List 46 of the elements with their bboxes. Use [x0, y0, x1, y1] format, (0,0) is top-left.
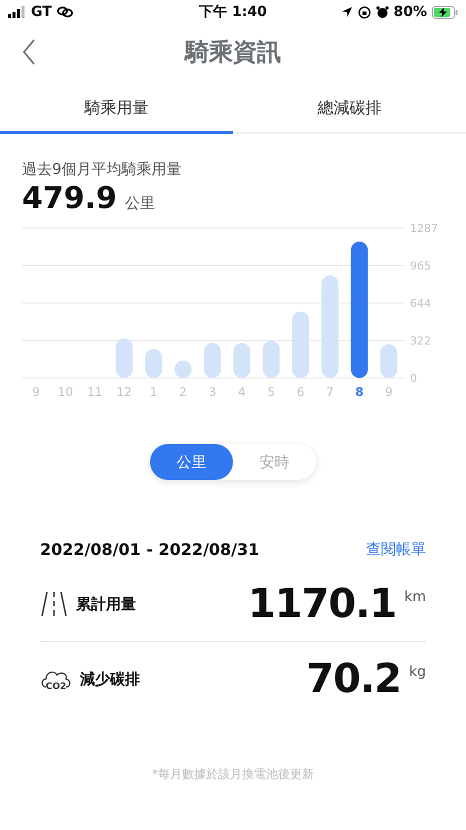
unit-label: 公里 — [124, 194, 155, 213]
axis-tick-label: 965 — [410, 260, 431, 273]
stat-value: 1170.1 — [248, 581, 396, 627]
axis-tick-label: 644 — [410, 296, 431, 310]
signal-icon — [8, 6, 26, 18]
road-icon — [40, 591, 68, 617]
month-label: 1 — [150, 385, 158, 399]
footnote: *每月數據於該月換電池後更新 — [151, 766, 315, 783]
month-label: 7 — [326, 385, 334, 399]
tab[interactable]: 騎乘用量 — [0, 88, 233, 134]
page-title: 騎乘資訊 — [185, 37, 281, 68]
location-arrow-icon — [340, 6, 352, 18]
battery-percent: 80% — [394, 4, 428, 20]
toggle-option[interactable]: 公里 — [150, 444, 233, 480]
month-label: 10 — [58, 385, 74, 399]
month-label: 2 — [179, 385, 187, 399]
month-label: 12 — [116, 385, 132, 399]
month-label: 4 — [238, 385, 246, 399]
axis-tick-label: 1287 — [410, 222, 438, 235]
average-value: 479.9 — [22, 181, 117, 216]
view-bill-link[interactable]: 查閱帳單 — [366, 540, 426, 559]
date-range: 2022/08/01 - 2022/08/31 — [40, 540, 260, 559]
toggle-option[interactable]: 安時 — [233, 444, 316, 480]
month-label: 5 — [267, 385, 276, 399]
carrier-name: GT — [31, 4, 52, 20]
stat-value: 70.2 — [306, 656, 401, 702]
stat-unit: kg — [409, 664, 426, 680]
alarm-clock-icon — [376, 6, 388, 18]
month-label: 9 — [32, 385, 40, 399]
axis-tick-label: 0 — [410, 372, 417, 385]
tab[interactable]: 總減碳排 — [233, 88, 466, 134]
back-icon[interactable] — [22, 39, 36, 65]
axis-tick-label: 322 — [410, 334, 431, 348]
month-label: 9 — [384, 385, 393, 399]
stat-unit: km — [404, 589, 426, 605]
summary-label: 過去9個月平均騎乘用量 — [22, 160, 183, 179]
month-label: 6 — [296, 385, 304, 399]
month-label: 8 — [355, 385, 364, 399]
month-label: 11 — [87, 385, 102, 399]
battery-charging-icon — [432, 6, 458, 18]
rotation-lock-icon — [358, 6, 370, 18]
month-label: 3 — [208, 385, 216, 399]
clock-time: 下午 1:40 — [199, 3, 267, 21]
link-icon — [56, 6, 73, 18]
stat-label: 累計用量 — [76, 594, 137, 614]
stat-label: 減少碳排 — [80, 670, 141, 688]
